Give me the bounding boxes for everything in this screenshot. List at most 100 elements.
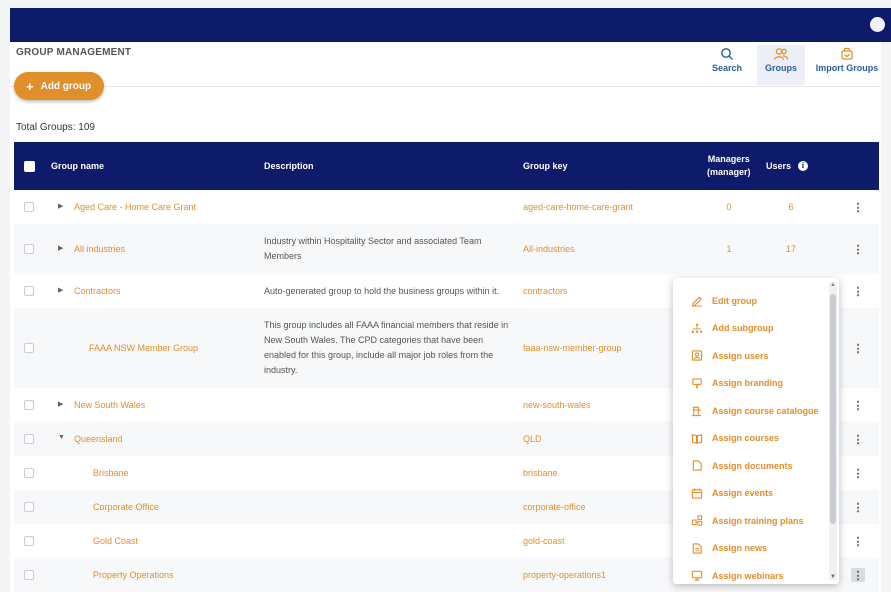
column-description[interactable]: Description <box>264 142 314 190</box>
group-name-link[interactable]: Gold Coast <box>93 524 138 558</box>
monitor-icon <box>691 570 703 582</box>
group-description: This group includes all FAAA financial m… <box>264 320 509 375</box>
group-description <box>264 524 512 558</box>
brush-icon <box>691 377 703 389</box>
row-checkbox[interactable] <box>24 286 34 296</box>
info-icon[interactable]: i <box>798 161 809 171</box>
scroll-thumb[interactable] <box>830 294 836 524</box>
menu-scrollbar[interactable]: ▲ ▼ <box>829 282 837 580</box>
column-managers[interactable]: Managers (manager) <box>707 142 751 190</box>
group-description <box>264 490 512 524</box>
menu-item-assign-course-catalogue[interactable]: Assign course catalogue <box>673 397 828 424</box>
menu-item-label: Assign courses <box>712 433 780 443</box>
expand-caret-icon[interactable]: ▶ <box>58 202 63 210</box>
menu-item-edit-group[interactable]: Edit group <box>673 287 828 314</box>
row-checkbox[interactable] <box>24 536 34 546</box>
row-checkbox[interactable] <box>24 502 34 512</box>
menu-item-assign-events[interactable]: Assign events <box>673 480 828 507</box>
calendar-icon <box>691 487 703 499</box>
group-key: contractors <box>523 286 568 296</box>
row-actions-menu: Edit group Add subgroup Assign users Assign… <box>673 278 839 584</box>
groups-icon <box>773 48 789 60</box>
group-name-link[interactable]: Property Operations <box>93 558 174 592</box>
group-key: faaa-nsw-member-group <box>523 343 622 353</box>
menu-item-label: Assign training plans <box>712 515 804 526</box>
column-managers-line2: (manager) <box>707 167 751 177</box>
hierarchy-icon <box>691 322 703 334</box>
table-row[interactable]: ▶ All industries Industry within Hospitali… <box>14 224 879 274</box>
group-name-link[interactable]: All industries <box>74 224 125 274</box>
panel-header: GROUP MANAGEMENT Search Groups Import Gr… <box>10 42 881 88</box>
book-icon <box>691 432 703 444</box>
row-actions-button[interactable]: ⋮ <box>851 274 865 308</box>
group-name-link[interactable]: Contractors <box>74 274 121 308</box>
row-checkbox[interactable] <box>24 468 34 478</box>
document-icon <box>691 460 703 472</box>
catalogue-icon <box>691 405 703 417</box>
expand-caret-icon[interactable]: ▶ <box>58 244 63 252</box>
column-users-label: Users <box>766 161 792 171</box>
table-header: Group name Description Group key Manager… <box>14 142 879 190</box>
row-actions-button[interactable]: ⋮ <box>851 422 865 456</box>
row-actions-button[interactable]: ⋮ <box>851 490 865 524</box>
managers-count[interactable]: 1 <box>714 224 744 274</box>
collapse-caret-icon[interactable]: ▼ <box>58 434 65 441</box>
expand-caret-icon[interactable]: ▶ <box>58 400 63 408</box>
menu-item-assign-users[interactable]: Assign users <box>673 342 828 369</box>
managers-count[interactable]: 0 <box>714 190 744 224</box>
search-button[interactable]: Search <box>710 47 744 85</box>
column-managers-line1: Managers <box>707 154 750 164</box>
menu-item-add-subgroup[interactable]: Add subgroup <box>673 315 828 342</box>
menu-item-assign-branding[interactable]: Assign branding <box>673 370 828 397</box>
row-checkbox[interactable] <box>24 434 34 444</box>
group-description <box>264 456 512 490</box>
row-checkbox[interactable] <box>24 244 34 254</box>
row-checkbox[interactable] <box>24 570 34 580</box>
group-name-link[interactable]: FAAA NSW Member Group <box>89 308 198 388</box>
row-actions-button[interactable]: ⋮ <box>851 456 865 490</box>
expand-caret-icon[interactable]: ▶ <box>58 286 63 294</box>
menu-item-assign-courses[interactable]: Assign courses <box>673 425 828 452</box>
row-checkbox[interactable] <box>24 202 34 212</box>
column-group-name[interactable]: Group name <box>51 142 104 190</box>
table-row[interactable]: ▶ Aged Care - Home Care Grant aged-care-ho… <box>14 190 879 224</box>
search-label: Search <box>711 63 743 73</box>
menu-item-assign-training-plans[interactable]: Assign training plans <box>673 507 828 534</box>
user-card-icon <box>691 350 703 362</box>
row-checkbox[interactable] <box>24 343 34 353</box>
add-group-button[interactable]: + Add group <box>14 72 105 100</box>
avatar[interactable] <box>870 17 885 32</box>
group-name-link[interactable]: Brisbane <box>93 456 129 490</box>
group-name-link[interactable]: Corporate Office <box>93 490 159 524</box>
group-key: brisbane <box>523 468 558 478</box>
users-count[interactable]: 17 <box>776 224 806 274</box>
import-groups-button[interactable]: Import Groups <box>814 47 880 85</box>
row-actions-button[interactable]: ⋮ <box>851 388 865 422</box>
row-actions-button[interactable]: ⋮ <box>851 190 865 224</box>
group-name-link[interactable]: New South Wales <box>74 388 145 422</box>
group-description: Industry within Hospitality Sector and a… <box>264 236 482 261</box>
group-description: Auto-generated group to hold the busines… <box>264 285 500 296</box>
group-key: corporate-office <box>523 502 586 512</box>
menu-item-assign-documents[interactable]: Assign documents <box>673 452 828 479</box>
column-users[interactable]: Users i <box>766 142 809 190</box>
row-actions-button[interactable]: ⋮ <box>851 224 865 274</box>
row-checkbox[interactable] <box>24 400 34 410</box>
menu-item-assign-news[interactable]: Assign news <box>673 535 828 562</box>
menu-item-assign-webinars[interactable]: Assign webinars <box>673 562 828 589</box>
scroll-up-arrow[interactable]: ▲ <box>830 282 836 288</box>
menu-item-label: Add subgroup <box>712 323 774 333</box>
column-group-key[interactable]: Group key <box>523 142 568 190</box>
row-actions-button[interactable]: ⋮ <box>851 524 865 558</box>
import-icon <box>841 47 853 60</box>
group-key: aged-care-home-care-grant <box>523 202 634 212</box>
group-description <box>264 422 512 456</box>
groups-button[interactable]: Groups <box>757 45 805 85</box>
users-count[interactable]: 6 <box>776 190 806 224</box>
scroll-down-arrow[interactable]: ▼ <box>830 574 836 580</box>
group-name-link[interactable]: Aged Care - Home Care Grant <box>74 190 196 224</box>
row-actions-button[interactable]: ⋮ <box>851 568 865 582</box>
row-actions-button[interactable]: ⋮ <box>851 308 865 388</box>
select-all-checkbox[interactable] <box>24 161 35 172</box>
group-name-link[interactable]: Queensland <box>74 422 123 456</box>
